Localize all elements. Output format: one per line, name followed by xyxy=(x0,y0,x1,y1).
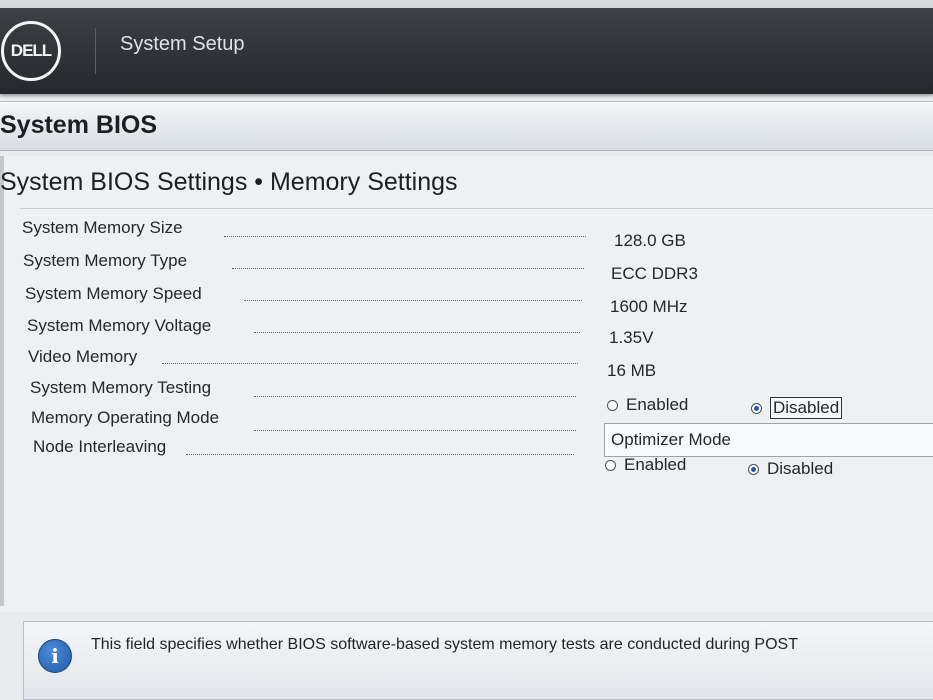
setting-label: System Memory Testing xyxy=(30,378,212,397)
dell-logo: DELL xyxy=(1,21,61,81)
setting-row-memory-speed: System Memory Speed 1600 MHz xyxy=(0,284,933,316)
leader-dots xyxy=(254,430,576,431)
section-banner: System BIOS xyxy=(0,101,933,151)
setting-row-node-interleaving[interactable]: Node Interleaving Enabled Disabled xyxy=(0,437,933,478)
logo-text: DELL xyxy=(10,41,52,60)
setting-label: Node Interleaving xyxy=(33,437,167,456)
leader-dots xyxy=(232,268,584,269)
page-title: System BIOS Settings • Memory Settings xyxy=(0,168,458,196)
setting-row-memory-size: System Memory Size 128.0 GB xyxy=(0,218,933,250)
setting-value: 1600 MHz xyxy=(610,297,688,316)
banner-title: System BIOS xyxy=(0,111,158,139)
leader-dots xyxy=(244,300,582,301)
help-bar: i This field specifies whether BIOS soft… xyxy=(23,621,933,700)
leader-dots xyxy=(224,236,586,237)
leader-dots xyxy=(254,396,576,397)
radio-label: Disabled xyxy=(767,459,834,478)
top-strip xyxy=(0,0,933,8)
leader-dots xyxy=(186,454,574,455)
info-icon: i xyxy=(38,639,72,673)
setting-label: System Memory Voltage xyxy=(27,316,212,335)
setting-value: ECC DDR3 xyxy=(611,264,698,283)
setting-row-memory-voltage: System Memory Voltage 1.35V xyxy=(0,316,933,347)
node-interleaving-disabled-radio[interactable]: Disabled xyxy=(748,459,833,479)
help-text: This field specifies whether BIOS softwa… xyxy=(91,636,798,653)
leader-dots xyxy=(254,332,580,333)
setting-label: System Memory Type xyxy=(23,251,188,270)
radio-selected-icon xyxy=(748,463,759,475)
leader-dots xyxy=(162,363,578,364)
app-title: System Setup xyxy=(120,33,245,55)
setting-value: 1.35V xyxy=(609,328,654,347)
header-separator xyxy=(95,28,96,74)
app-header: DELL System Setup xyxy=(0,8,933,94)
node-interleaving-enabled-radio[interactable]: Enabled xyxy=(605,455,686,475)
setting-row-video-memory: Video Memory 16 MB xyxy=(0,347,933,380)
radio-label: Enabled xyxy=(624,455,687,474)
setting-label: System Memory Size xyxy=(22,218,183,237)
setting-row-memory-testing[interactable]: System Memory Testing Enabled Disabled xyxy=(0,378,933,419)
setting-label: Video Memory xyxy=(28,347,138,366)
setting-value: 128.0 GB xyxy=(614,231,686,250)
setting-label: Memory Operating Mode xyxy=(31,408,220,427)
setting-row-memory-type: System Memory Type ECC DDR3 xyxy=(0,251,933,283)
radio-unselected-icon xyxy=(605,459,616,471)
section-divider xyxy=(20,208,933,209)
setting-label: System Memory Speed xyxy=(25,284,202,303)
